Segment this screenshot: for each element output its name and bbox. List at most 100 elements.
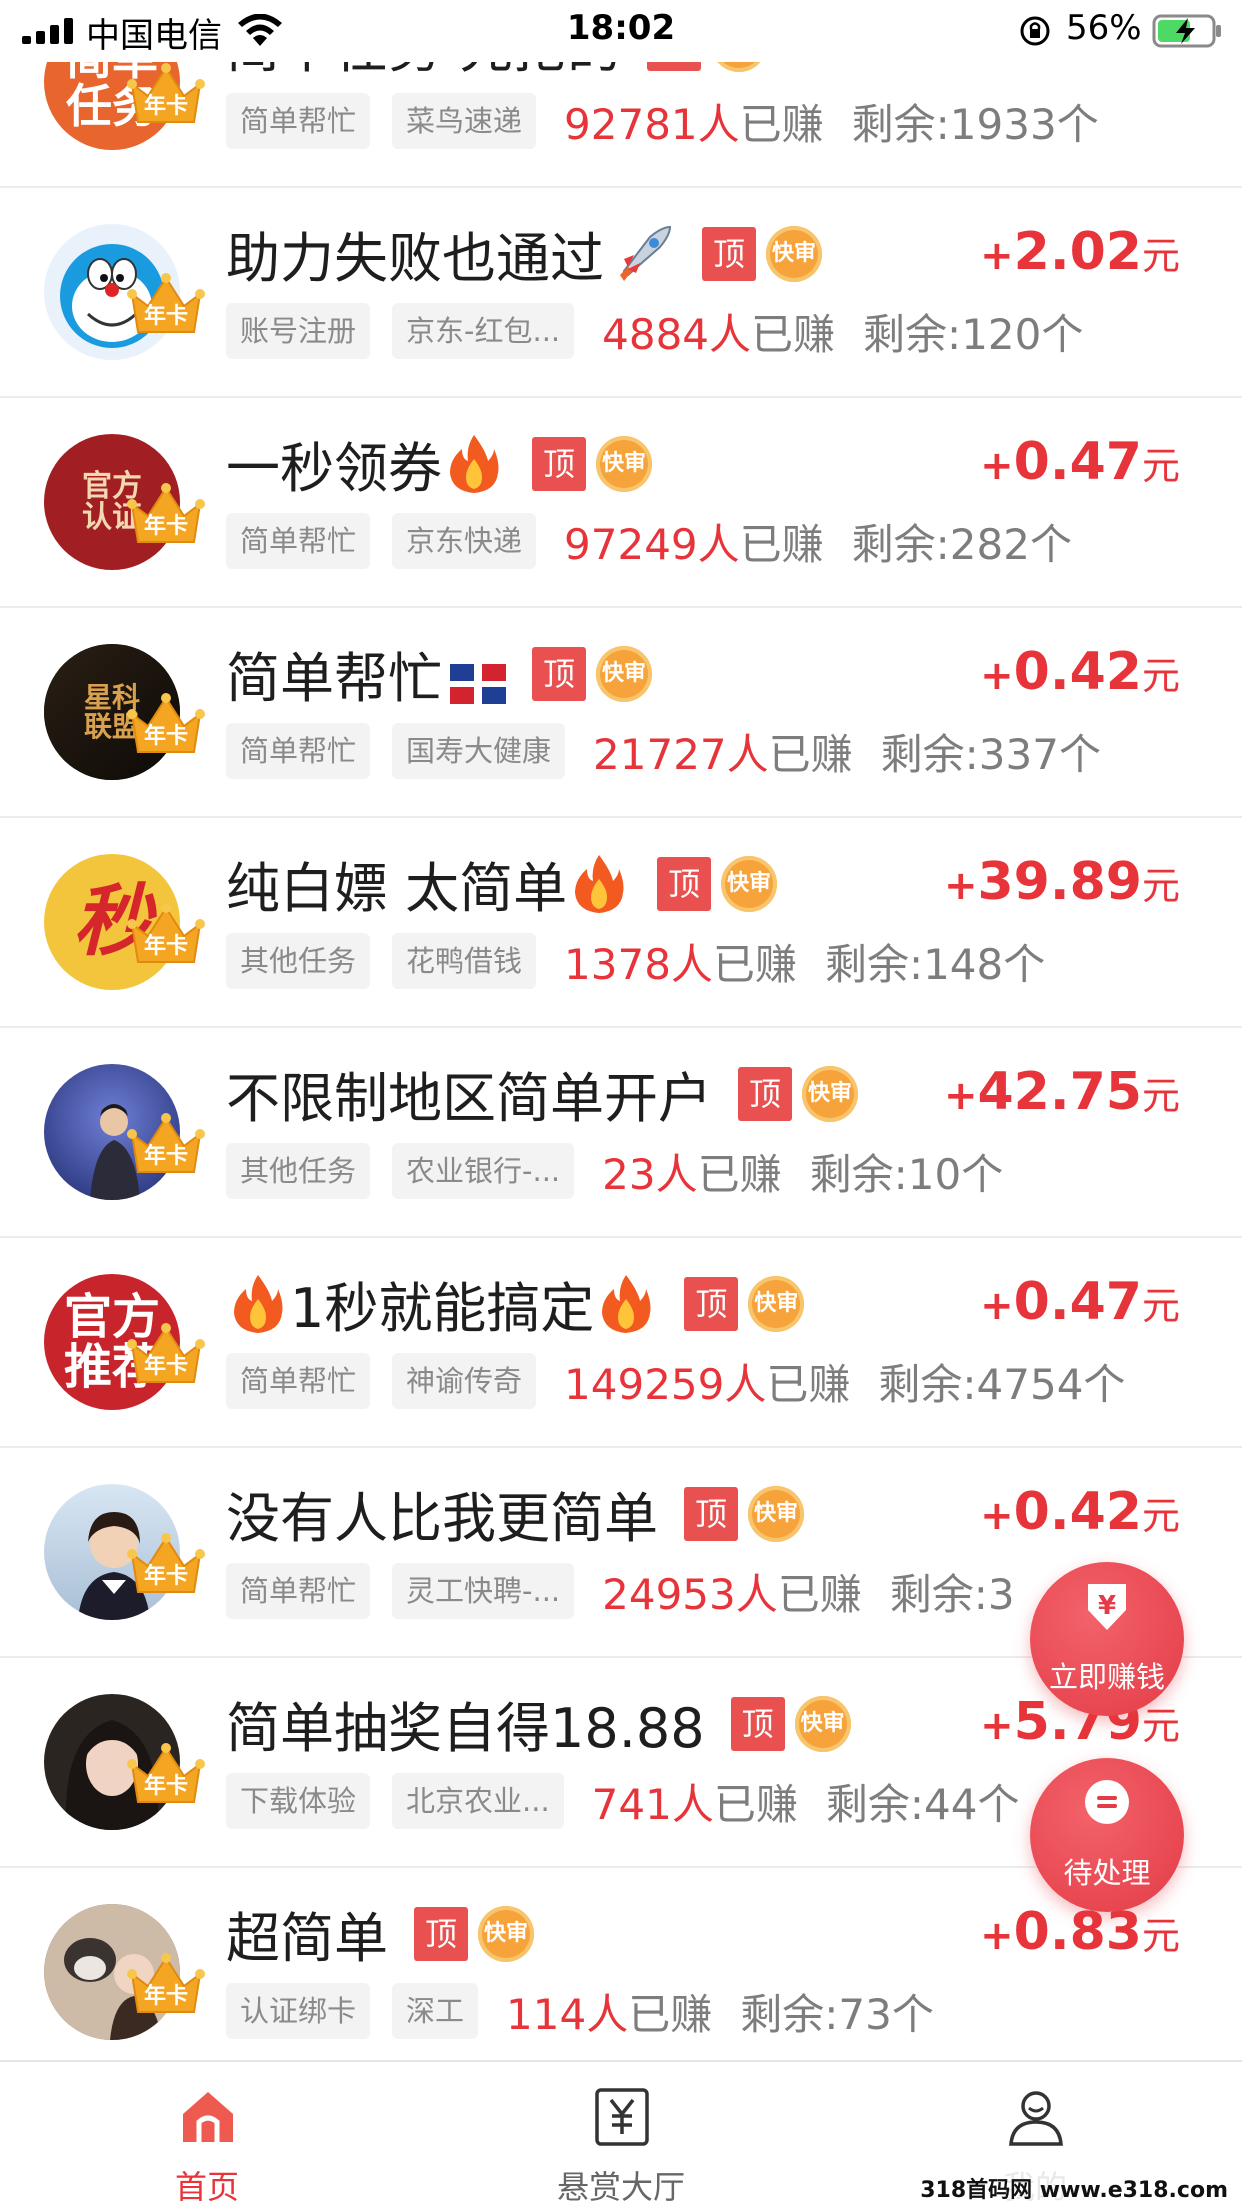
earned-count: 4884人 — [602, 309, 752, 359]
pending-label: 待处理 — [1063, 1856, 1151, 1890]
price-sign: + — [980, 1493, 1014, 1539]
price-sign: + — [943, 1073, 978, 1119]
merchant-tag: 国寿大健康 — [392, 723, 566, 779]
price-unit: 元 — [1141, 654, 1180, 698]
reward-price: +2.02 元 — [980, 222, 1180, 282]
pending-button[interactable]: 待处理 — [1030, 1758, 1184, 1912]
earned-count: 97249人 — [564, 519, 740, 569]
task-title[interactable]: 超简单 顶 快审 — [226, 1894, 534, 1973]
merchant-tag: 京东快递 — [392, 513, 537, 569]
annual-card-badge: 年卡 — [126, 902, 206, 968]
top-badge: 顶 — [730, 1696, 785, 1751]
fast-review-badge: 快审 — [748, 1275, 805, 1332]
earned-count: 149259人 — [564, 1359, 767, 1409]
reward-price: +42.75 元 — [944, 1062, 1180, 1122]
price-unit: 元 — [1141, 1494, 1180, 1538]
yen-download-icon: ¥ — [1080, 1580, 1134, 1634]
price-amount: 0.47 — [1013, 1272, 1142, 1332]
fire-icon — [573, 853, 625, 915]
earned-suffix: 已赚 — [768, 729, 853, 779]
annual-card-badge: 年卡 — [126, 1742, 206, 1808]
annual-card-badge: 年卡 — [126, 1952, 206, 2018]
task-list[interactable]: 简单 任务 年卡 简单任务 先抢的 顶 快审 +1.58元 简单帮忙 菜鸟速递 … — [0, 0, 1242, 2060]
status-bar: 中国电信 18:02 56% — [0, 0, 1242, 62]
fast-review-badge: 快审 — [794, 1695, 851, 1752]
top-badge: 顶 — [414, 1906, 468, 1961]
earned-count: 23人 — [602, 1149, 698, 1199]
price-sign: + — [980, 1703, 1014, 1749]
task-title-text: 超简单 — [226, 1907, 388, 1970]
watermark: 318首码网 www.e318.com — [916, 2170, 1232, 2206]
top-badge: 顶 — [684, 1276, 739, 1331]
badge-label: 年卡 — [143, 1564, 188, 1589]
task-title-text: 简单抽奖自得18.88 — [226, 1697, 705, 1760]
rotation-lock-icon — [1018, 14, 1052, 52]
price-amount: 2.02 — [1013, 222, 1142, 282]
task-title[interactable]: 不限制地区简单开户 顶 快审 — [226, 1054, 858, 1133]
merchant-tag: 北京农业... — [392, 1773, 564, 1829]
task-row[interactable]: 秒 年卡 纯白嫖 太简单 顶 快审 +39.89 元 其他任务 花鸭借钱 1378… — [0, 818, 1242, 1028]
task-title[interactable]: 纯白嫖 太简单 顶 快审 — [226, 844, 778, 923]
task-row[interactable]: 官方 认证 年卡 一秒领券 顶 快审 +0.47 元 简单帮忙 京东快递 9724… — [0, 398, 1242, 608]
earned-suffix: 已赚 — [777, 1569, 862, 1619]
battery-percent: 56% — [1066, 8, 1142, 48]
remaining-count: 剩余:4754个 — [878, 1359, 1126, 1409]
task-row[interactable]: 官方 推荐 年卡 1秒就能搞定 顶 快审 +0.47 元 简单帮忙 神谕传奇 14… — [0, 1238, 1242, 1448]
annual-card-badge: 年卡 — [126, 62, 206, 128]
remaining-count: 剩余:337个 — [880, 729, 1101, 779]
task-row[interactable]: 星科 联盟 年卡 简单帮忙 顶 快审 +0.42 元 简单帮忙 国寿大健康 217… — [0, 608, 1242, 818]
remaining-count: 剩余:120个 — [863, 309, 1084, 359]
earn-now-label: 立即赚钱 — [1048, 1660, 1165, 1694]
earn-now-button[interactable]: ¥ 立即赚钱 — [1030, 1562, 1184, 1716]
task-title[interactable]: 1秒就能搞定 顶 快审 — [226, 1264, 805, 1343]
badge-label: 年卡 — [143, 724, 188, 749]
remaining-count: 剩余:73个 — [740, 1989, 934, 2039]
earned-suffix: 已赚 — [766, 1359, 851, 1409]
task-title[interactable]: 一秒领券 顶 快审 — [226, 424, 652, 503]
task-title-text: 不限制地区简单开户 — [226, 1067, 712, 1130]
reward-price: +0.42 元 — [980, 1482, 1180, 1542]
task-title[interactable]: 助力失败也通过 顶 快审 — [226, 214, 822, 293]
price-sign: + — [980, 1913, 1014, 1959]
task-row[interactable]: 年卡 超简单 顶 快审 +0.83 元 认证绑卡 深工 114人 已赚 剩余:73个 — [0, 1868, 1242, 2060]
earned-count: 21727人 — [593, 729, 769, 779]
category-tag: 简单帮忙 — [226, 1353, 371, 1409]
earned-suffix: 已赚 — [713, 1779, 798, 1829]
reward-hall-icon — [591, 2086, 653, 2148]
task-row[interactable]: 年卡 助力失败也通过 顶 快审 +2.02 元 账号注册 京东-红包... 488… — [0, 188, 1242, 398]
task-meta: 其他任务 花鸭借钱 1378人 已赚 剩余:148个 — [226, 930, 1045, 992]
category-tag: 简单帮忙 — [226, 513, 371, 569]
annual-card-badge: 年卡 — [126, 272, 206, 338]
earned-count: 1378人 — [564, 939, 713, 989]
tab-reward-hall[interactable]: 悬赏大厅 — [414, 2062, 828, 2208]
fast-review-badge: 快审 — [596, 435, 652, 492]
earned-suffix: 已赚 — [739, 99, 824, 149]
category-tag: 其他任务 — [226, 933, 371, 989]
earned-suffix: 已赚 — [751, 309, 836, 359]
home-icon — [177, 2086, 239, 2148]
task-title[interactable]: 没有人比我更简单 顶 快审 — [226, 1474, 804, 1553]
task-title-text: 一秒领券 — [226, 437, 442, 500]
task-meta: 认证绑卡 深工 114人 已赚 剩余:73个 — [226, 1980, 934, 2042]
category-tag: 简单帮忙 — [226, 723, 371, 779]
earned-suffix: 已赚 — [739, 519, 824, 569]
tab-home[interactable]: 首页 — [0, 2062, 414, 2208]
badge-label: 年卡 — [143, 934, 188, 959]
earned-count: 114人 — [506, 1989, 629, 2039]
reward-price: +39.89 元 — [944, 852, 1180, 912]
task-row[interactable]: 年卡 不限制地区简单开户 顶 快审 +42.75 元 其他任务 农业银行-... … — [0, 1028, 1242, 1238]
earned-suffix: 已赚 — [697, 1149, 782, 1199]
merchant-tag: 菜鸟速递 — [392, 93, 537, 149]
task-title[interactable]: 简单抽奖自得18.88 顶 快审 — [226, 1684, 851, 1763]
price-amount: 0.83 — [1013, 1902, 1142, 1962]
merchant-tag: 神谕传奇 — [392, 1353, 537, 1409]
task-title-text: 纯白嫖 太简单 — [226, 857, 568, 920]
task-title[interactable]: 简单帮忙 顶 快审 — [226, 634, 652, 713]
clock-time: 18:02 — [566, 8, 676, 48]
remaining-count: 剩余:148个 — [824, 939, 1046, 989]
remaining-count: 剩余:10个 — [809, 1149, 1004, 1199]
chat-list-icon — [1080, 1776, 1134, 1830]
annual-card-badge: 年卡 — [126, 482, 206, 548]
top-badge: 顶 — [684, 1486, 738, 1541]
fire-icon — [448, 433, 500, 495]
